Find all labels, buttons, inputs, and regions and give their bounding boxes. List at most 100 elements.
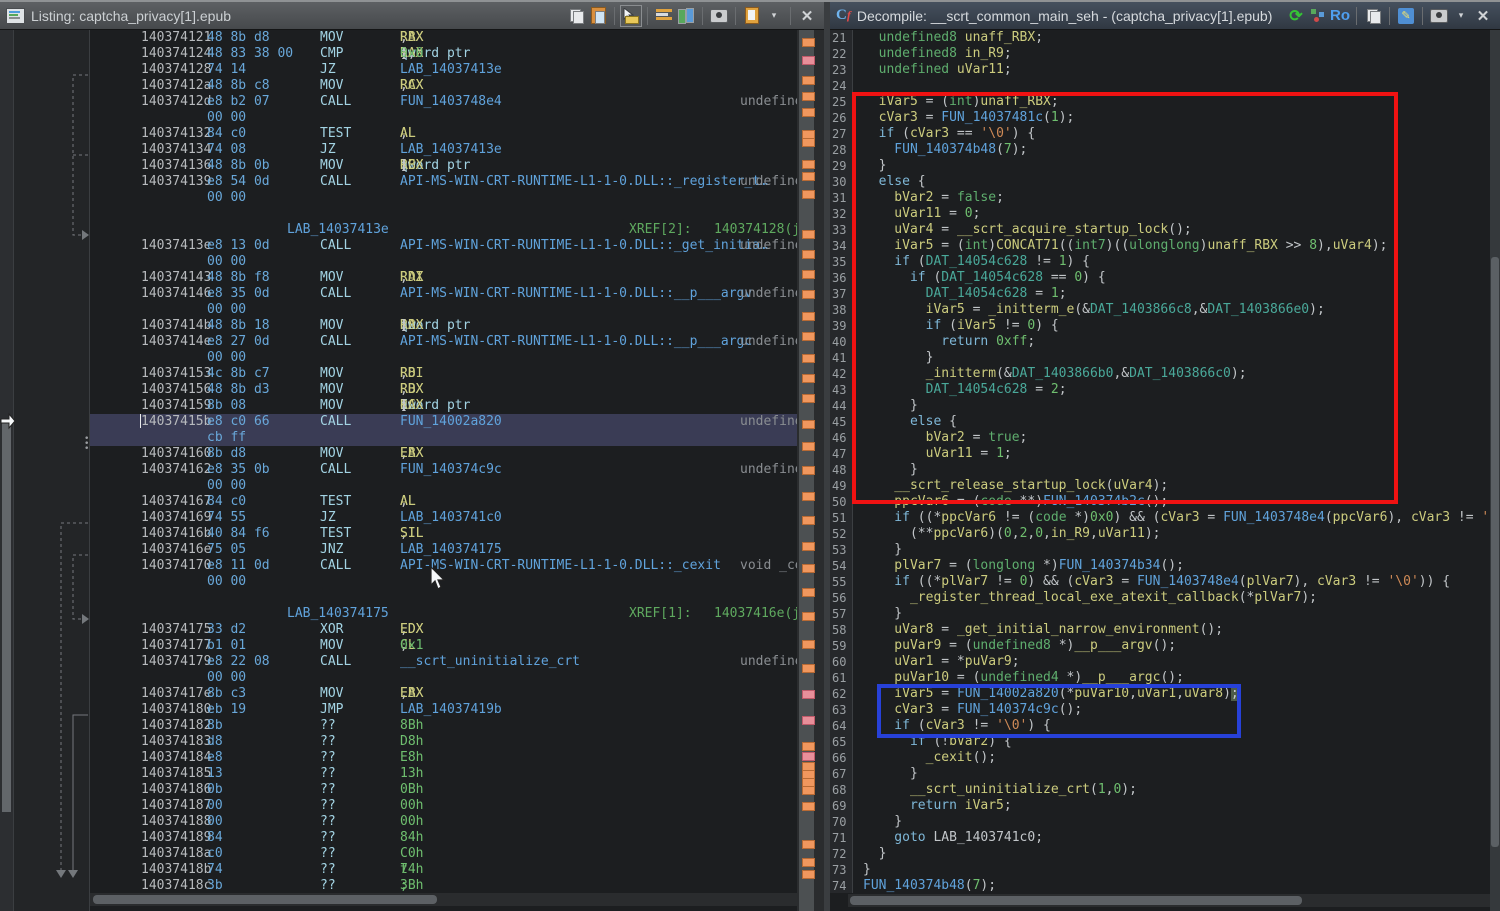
analysis-marker[interactable] <box>802 742 815 751</box>
decompiler-line[interactable]: 40 return 0xff; <box>830 334 1490 350</box>
decompiler-line[interactable]: 69 return iVar5; <box>830 798 1490 814</box>
listing-row[interactable]: 14037413474 08JZLAB_14037413e <box>90 142 797 158</box>
listing-row[interactable]: 14037417533 d2XOREDX,EDX <box>90 622 797 638</box>
listing-row[interactable]: 14037418800??00h <box>90 814 797 830</box>
decompiler-line[interactable]: 25 iVar5 = (int)unaff_RBX; <box>830 94 1490 110</box>
edit-fields-icon[interactable] <box>653 5 675 27</box>
decompiler-line[interactable]: 65 if (!bVar2) { <box>830 734 1490 750</box>
listing-marker-bar[interactable] <box>797 30 824 911</box>
listing-row[interactable]: 140374177b1 01MOVCL,0x1 <box>90 638 797 654</box>
decompiler-line[interactable]: 31 bVar2 = false; <box>830 190 1490 206</box>
decompiler-line[interactable]: 28 FUN_140374b48(7); <box>830 142 1490 158</box>
listing-row[interactable]: 14037418b74??74h t <box>90 862 797 878</box>
analysis-marker[interactable] <box>802 190 815 199</box>
listing-row[interactable]: 14037417e8b c3MOVEAX,EBX <box>90 686 797 702</box>
listing-row[interactable]: 14037415be8 c0 66CALLFUN_14002a820undefi… <box>90 414 797 430</box>
listing-hscrollbar-thumb[interactable] <box>93 895 437 904</box>
listing-row[interactable]: 00 00 <box>90 670 797 686</box>
listing-row[interactable]: 00 00 <box>90 110 797 126</box>
analysis-marker[interactable] <box>802 160 815 169</box>
decompiler-line[interactable]: 62 iVar5 = FUN_14002a820(*puVar10,uVar1,… <box>830 686 1490 702</box>
diff-view-icon[interactable] <box>675 5 697 27</box>
decompiler-line[interactable]: 47 uVar11 = 1; <box>830 446 1490 462</box>
analysis-marker[interactable] <box>802 270 815 279</box>
decompiler-line[interactable]: 51 if ((*ppcVar6 != (code *)0x0) && (cVa… <box>830 510 1490 526</box>
decompiler-line[interactable]: 50 ppcVar6 = (code **)FUN_140374b2c(); <box>830 494 1490 510</box>
margin-grip-handle[interactable]: ••• <box>84 437 88 453</box>
analysis-marker[interactable] <box>802 420 815 429</box>
snapshot-icon[interactable] <box>1428 5 1450 27</box>
decompiler-line[interactable]: 53 } <box>830 542 1490 558</box>
listing-row[interactable]: 14037416974 55JZLAB_1403741c0 <box>90 510 797 526</box>
decompiler-code[interactable]: 21 undefined8 unaff_RBX;22 undefined8 in… <box>830 30 1490 893</box>
decompiler-titlebar[interactable]: Cf Decompile: __scrt_common_main_seh - (… <box>830 2 1500 30</box>
analysis-marker[interactable] <box>802 802 815 811</box>
decompiler-line[interactable]: 48 } <box>830 462 1490 478</box>
listing-row[interactable]: 14037418984??84h <box>90 830 797 846</box>
listing-row[interactable]: 14037413284 c0TESTAL,AL <box>90 126 797 142</box>
listing-row[interactable]: 00 00 <box>90 302 797 318</box>
dropdown-arrow-icon[interactable]: ▾ <box>1450 5 1472 27</box>
analysis-marker[interactable] <box>802 840 815 849</box>
close-icon[interactable]: ✕ <box>1472 5 1494 27</box>
listing-row[interactable]: 1403741534c 8b c7MOVR8,RDI <box>90 366 797 382</box>
decompiler-line[interactable]: 71 goto LAB_1403741c0; <box>830 830 1490 846</box>
listing-row[interactable]: 1403741828b??8Bh <box>90 718 797 734</box>
listing-row[interactable] <box>90 590 797 606</box>
decompiler-line[interactable]: 33 uVar4 = __scrt_acquire_startup_lock()… <box>830 222 1490 238</box>
listing-row[interactable]: 14037413ee8 13 0dCALLAPI-MS-WIN-CRT-RUNT… <box>90 238 797 254</box>
listing-row[interactable]: 14037418ac0??C0h <box>90 846 797 862</box>
decompiler-line[interactable]: 49 __scrt_release_startup_lock(uVar4); <box>830 478 1490 494</box>
analysis-marker[interactable] <box>802 786 815 795</box>
decompiler-line[interactable]: 57 } <box>830 606 1490 622</box>
listing-row[interactable]: 14037418c3b??3Bh ; <box>90 878 797 893</box>
listing-row[interactable]: 00 00 <box>90 254 797 270</box>
decompiler-hscrollbar-thumb[interactable] <box>850 896 1302 905</box>
listing-row[interactable]: 1403741598b 08MOVECX,dword ptr [RAX] <box>90 398 797 414</box>
listing-titlebar[interactable]: Listing: captcha_privacy[1].epub ▾ <box>0 2 824 30</box>
listing-row[interactable]: 14037412874 14JZLAB_14037413e <box>90 62 797 78</box>
listing-row[interactable]: 14037413648 8b 0bMOVRCX,qword ptr [RBX] <box>90 158 797 174</box>
listing-row[interactable]: 14037414ee8 27 0dCALLAPI-MS-WIN-CRT-RUNT… <box>90 334 797 350</box>
analysis-marker[interactable] <box>802 870 815 879</box>
listing-row[interactable]: 140374162e8 35 0bCALLFUN_140374c9cundefi… <box>90 462 797 478</box>
decompiler-line[interactable]: 21 undefined8 unaff_RBX; <box>830 30 1490 46</box>
analysis-marker[interactable] <box>802 492 815 501</box>
analysis-marker[interactable] <box>802 690 815 699</box>
listing-row[interactable]: 14037416b40 84 f6TESTSIL,SIL <box>90 526 797 542</box>
paste-icon[interactable] <box>587 5 609 27</box>
close-icon[interactable]: ✕ <box>796 5 818 27</box>
listing-row[interactable]: 14037418700??00h <box>90 798 797 814</box>
decompiler-line[interactable]: 24 <box>830 78 1490 94</box>
analysis-marker[interactable] <box>802 56 815 65</box>
listing-row[interactable]: 14037418513??13h <box>90 766 797 782</box>
decompiler-line[interactable]: 73} <box>830 862 1490 878</box>
listing-row[interactable]: 14037414348 8b f8MOVRDI,RAX <box>90 270 797 286</box>
analysis-marker[interactable] <box>802 716 815 725</box>
ro-icon[interactable]: Ro <box>1329 5 1351 27</box>
analysis-marker[interactable] <box>802 394 815 403</box>
analysis-marker[interactable] <box>802 332 815 341</box>
decompiler-line[interactable]: 44 } <box>830 398 1490 414</box>
edit-pencil-icon[interactable]: ✎ <box>1395 5 1417 27</box>
decompiler-line[interactable]: 39 if (iVar5 != 0) { <box>830 318 1490 334</box>
decompiler-line[interactable]: 34 iVar5 = (int)CONCAT71((int7)((ulonglo… <box>830 238 1490 254</box>
analysis-marker[interactable] <box>802 108 815 117</box>
listing-row[interactable]: 14037412de8 b2 07CALLFUN_1403748e4undefi… <box>90 94 797 110</box>
analysis-marker[interactable] <box>802 442 815 451</box>
decompiler-line[interactable]: 22 undefined8 in_R9; <box>830 46 1490 62</box>
decompiler-line[interactable]: 26 cVar3 = FUN_14037481c(1); <box>830 110 1490 126</box>
analysis-marker[interactable] <box>802 172 815 181</box>
listing-row[interactable]: 140374184e8??E8h <box>90 750 797 766</box>
listing-row[interactable]: 1403741608b d8MOVEBX,EAX <box>90 446 797 462</box>
listing-row[interactable]: LAB_140374175XREF[1]:14037416e(j <box>90 606 797 622</box>
analysis-marker[interactable] <box>802 38 815 47</box>
analysis-marker[interactable] <box>802 138 815 147</box>
decompiler-line[interactable]: 38 iVar5 = _initterm_e(&DAT_1403866c8,&D… <box>830 302 1490 318</box>
listing-row[interactable]: 140374139e8 54 0dCALLAPI-MS-WIN-CRT-RUNT… <box>90 174 797 190</box>
decompiler-line[interactable]: 70 } <box>830 814 1490 830</box>
decompiler-line[interactable]: 52 (**ppcVar6)(0,2,0,in_R9,uVar11); <box>830 526 1490 542</box>
snapshot-icon[interactable] <box>708 5 730 27</box>
analysis-marker[interactable] <box>802 92 815 101</box>
decompiler-line[interactable]: 46 bVar2 = true; <box>830 430 1490 446</box>
